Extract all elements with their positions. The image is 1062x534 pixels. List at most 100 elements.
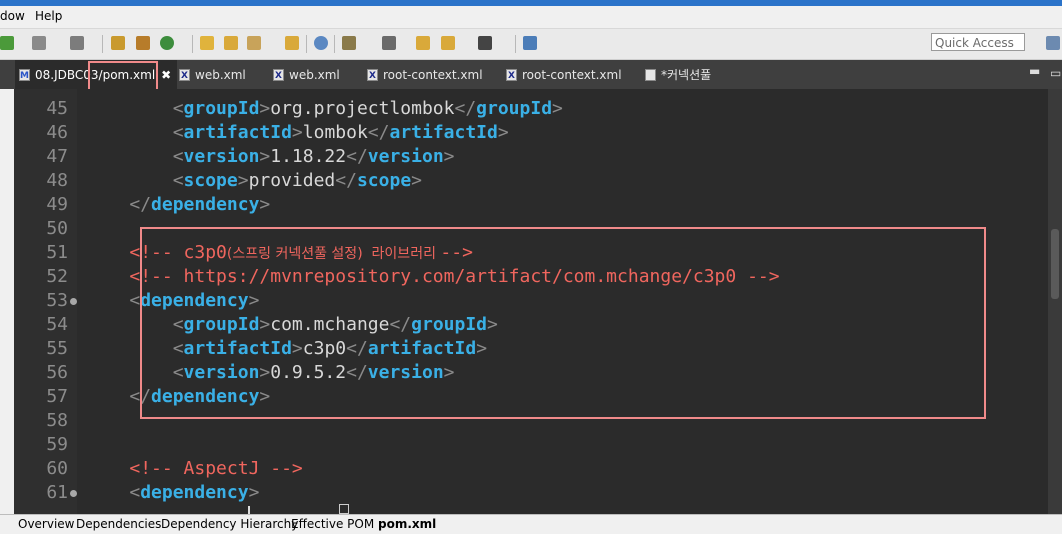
search-icon[interactable] xyxy=(382,36,396,50)
xml-text: lombok xyxy=(302,122,368,143)
open-type-icon[interactable] xyxy=(285,36,299,50)
menu-window[interactable]: dow xyxy=(0,9,25,23)
xml-bracket: </ xyxy=(367,122,390,143)
tab-dependencies[interactable]: Dependencies xyxy=(76,517,161,531)
xml-bracket: < xyxy=(172,122,184,143)
left-panel-edge xyxy=(0,89,15,514)
line-number: 59 xyxy=(46,434,68,455)
xml-bracket: > xyxy=(237,170,249,191)
tab-effective-pom[interactable]: Effective POM xyxy=(291,517,374,531)
toolbar-separator xyxy=(515,35,516,53)
scrollbar-thumb[interactable] xyxy=(1051,229,1059,299)
xml-bracket: < xyxy=(129,290,141,311)
tab-root-context-xml[interactable]: X root-context.xml xyxy=(367,60,483,89)
open-icon[interactable] xyxy=(224,36,238,50)
tool-icon[interactable] xyxy=(247,36,261,50)
editor-tab-bar: M 08.JDBC03/pom.xml ✖ X web.xml X web.xm… xyxy=(0,60,1062,89)
package-icon[interactable] xyxy=(136,36,150,50)
code-text: </dependency> xyxy=(86,193,270,217)
line-number: 53 xyxy=(46,290,68,311)
tab-dependency-hierarchy[interactable]: Dependency Hierarchy xyxy=(161,517,298,531)
fold-toggle-icon[interactable] xyxy=(70,490,77,497)
xml-bracket: </ xyxy=(335,170,357,191)
stop-icon[interactable] xyxy=(32,36,46,50)
line-number: 48 xyxy=(46,170,68,191)
tab-overview[interactable]: Overview xyxy=(18,517,75,531)
open-folder-icon[interactable] xyxy=(200,36,214,50)
annotation-icon[interactable] xyxy=(342,36,356,50)
line-number: 57 xyxy=(46,386,68,407)
xml-tag-name: groupId xyxy=(476,98,553,119)
xml-comment: <!-- AspectJ --> xyxy=(129,458,303,479)
line-number: 58 xyxy=(46,410,68,431)
refresh-icon[interactable] xyxy=(160,36,174,50)
run-icon[interactable] xyxy=(0,36,14,50)
xml-tag-name: dependency xyxy=(140,482,249,503)
xml-tag-name: groupId xyxy=(183,98,260,119)
maximize-icon[interactable]: ▭ xyxy=(1050,66,1061,80)
line-number: 52 xyxy=(46,266,68,287)
tab-label: root-context.xml xyxy=(522,67,622,82)
code-line: 45 <groupId>org.projectlombok</groupId> xyxy=(14,97,1048,121)
minimize-icon[interactable]: ▬ xyxy=(1029,64,1040,78)
arrow-left-icon[interactable] xyxy=(441,36,455,50)
xml-bracket: > xyxy=(259,98,271,119)
code-text: <dependency> xyxy=(86,481,259,505)
back-icon[interactable] xyxy=(416,36,430,50)
new-wizard-icon[interactable] xyxy=(111,36,125,50)
globe-icon[interactable] xyxy=(314,36,328,50)
toolbar: Quick Access xyxy=(0,29,1062,60)
xml-text: provided xyxy=(248,170,336,191)
xml-bracket: < xyxy=(129,482,141,503)
code-text: <groupId>org.projectlombok</groupId> xyxy=(86,97,563,121)
line-number: 45 xyxy=(46,98,68,119)
tab-pom-xml-source[interactable]: pom.xml xyxy=(378,517,436,531)
code-line: 46 <artifactId>lombok</artifactId> xyxy=(14,121,1048,145)
xml-tag-name: artifactId xyxy=(183,122,292,143)
line-number: 46 xyxy=(46,122,68,143)
perspective-icon[interactable] xyxy=(523,36,537,50)
arrow-right-icon[interactable] xyxy=(478,36,492,50)
text-file-icon xyxy=(645,68,656,81)
xml-tag-name: version xyxy=(367,146,444,167)
line-number: 49 xyxy=(46,194,68,215)
tab-connection-pool[interactable]: *커넥션풀 xyxy=(645,60,711,89)
close-icon[interactable]: ✖ xyxy=(161,68,171,82)
xml-tag-name: scope xyxy=(183,170,238,191)
tab-web-xml[interactable]: X web.xml xyxy=(179,60,246,89)
open-perspective-icon[interactable] xyxy=(1046,36,1060,50)
xml-bracket: > xyxy=(259,146,271,167)
maven-file-icon: M xyxy=(19,68,30,81)
tab-web-xml-2[interactable]: X web.xml xyxy=(273,60,340,89)
code-line: 47 <version>1.18.22</version> xyxy=(14,145,1048,169)
tab-root-context-xml-2[interactable]: X root-context.xml xyxy=(506,60,622,89)
toolbar-separator xyxy=(102,35,103,53)
tab-label: root-context.xml xyxy=(383,67,483,82)
menu-help[interactable]: Help xyxy=(35,9,62,23)
line-number: 55 xyxy=(46,338,68,359)
tab-highlight-annotation xyxy=(88,61,158,92)
debug-icon[interactable] xyxy=(70,36,84,50)
xml-tag-name: dependency xyxy=(151,194,260,215)
quick-access-input[interactable]: Quick Access xyxy=(931,33,1025,51)
line-number: 60 xyxy=(46,458,68,479)
xml-bracket: > xyxy=(259,194,271,215)
xml-file-icon: X xyxy=(506,68,517,81)
tab-label: web.xml xyxy=(289,67,340,82)
xml-file-icon: X xyxy=(273,68,284,81)
code-line: 59 xyxy=(14,433,1048,457)
xml-bracket: > xyxy=(291,122,303,143)
vertical-scrollbar[interactable] xyxy=(1048,89,1062,514)
fold-toggle-icon[interactable] xyxy=(70,298,77,305)
code-line: 49 </dependency> xyxy=(14,193,1048,217)
xml-bracket: < xyxy=(172,146,184,167)
